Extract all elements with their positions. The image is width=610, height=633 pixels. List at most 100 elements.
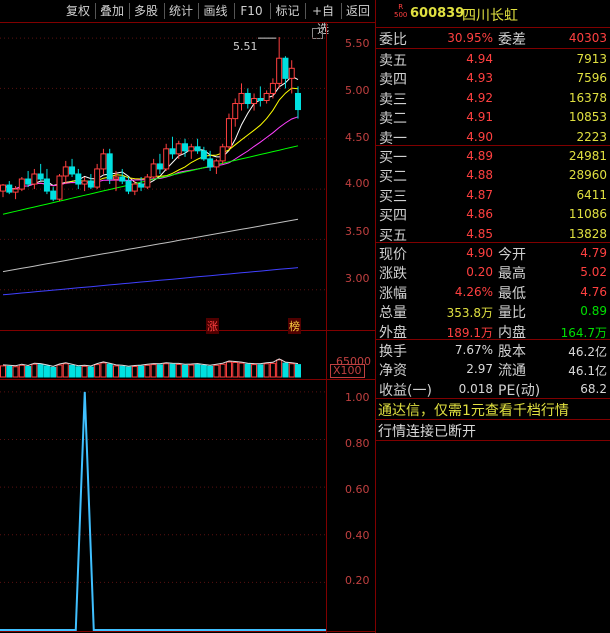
chart-axis-divider [326,23,327,633]
fundamental-row: 换手 7.67% 股本 46.2亿 [376,340,610,360]
indicator-axis-label: 0.60 [345,483,370,496]
bid-row[interactable]: 买二 4.88 28960 [376,165,610,185]
volume-bar [37,364,44,378]
kline-chart [0,37,326,631]
volume-bar [12,366,19,378]
ask-row[interactable]: 卖三 4.92 16378 [376,88,610,108]
candle-body [269,82,276,94]
ask-price: 4.91 [466,110,493,125]
toolbar-mark-button[interactable]: 标记 [271,2,304,20]
bid-row[interactable]: 买三 4.87 6411 [376,185,610,205]
fundamental-value: 7.67% [454,343,493,357]
bid-price: 4.86 [466,207,493,222]
volume-bar [94,364,101,378]
promo-link[interactable]: 通达信，仅需1元查看千档行情 [378,400,569,420]
bid-row[interactable]: 买一 4.89 24981 [376,146,610,166]
stat-label: 涨幅 [379,285,407,302]
candle-body [232,103,239,120]
candle-body [295,92,301,111]
chart-toolbar: 复权 叠加 多股 统计 画线 F10 标记 +自选 返回 [0,0,376,36]
order-ratio-row: 委比 30.95% 委差 40303 [376,28,610,48]
price-axis-label: 3.00 [345,272,370,285]
candle-body [81,180,88,185]
toolbar-statistics-button[interactable]: 统计 [165,2,197,20]
candle-body [144,176,151,188]
candle-body [125,180,132,192]
volume-unit-label: X100 [330,364,365,378]
toolbar-f10-button[interactable]: F10 [235,2,268,20]
volume-bar [200,364,207,378]
connection-status: 行情连接已断开 [378,424,476,440]
candle-body [219,146,226,162]
candle-body [225,118,232,148]
bid-label: 买二 [379,169,407,186]
stat-value: 4.76 [580,284,607,299]
candle-body [50,190,57,200]
volume-bar [269,362,276,378]
toolbar-fuquan-button[interactable]: 复权 [62,2,94,20]
volume-bar [163,363,170,378]
ask-row[interactable]: 卖一 4.90 2223 [376,127,610,147]
bid-row[interactable]: 买四 4.86 11086 [376,204,610,224]
candle-body [87,180,94,188]
bid-price: 4.87 [466,187,493,202]
order-ratio-label: 委比 [379,32,407,48]
ask-row[interactable]: 卖五 4.94 7913 [376,49,610,69]
bid-volume: 6411 [576,187,607,202]
volume-bar [175,363,182,378]
volume-bar [56,364,63,378]
candle-body [31,173,38,185]
volume-bar [87,366,94,378]
fundamental-row: 收益(一) 0.018 PE(动) 68.2 [376,379,610,399]
candle-body [12,188,19,193]
stock-name: 四川长虹 [462,8,518,24]
ask-row[interactable]: 卖二 4.91 10853 [376,107,610,127]
stat-value: 0.20 [466,265,493,280]
candle-body [175,143,182,155]
indicator-axis-label: 0.20 [345,574,370,587]
bid-price: 4.85 [466,226,493,241]
stat-value: 4.26% [454,284,493,299]
bid-volume: 24981 [568,149,607,163]
candle-body [182,143,189,152]
ask-label: 卖二 [379,111,407,128]
ask-price: 4.93 [466,71,493,86]
stat-label: 涨跌 [379,266,407,283]
stat-row: 外盘 189.1万 内盘 164.7万 [376,321,610,341]
ask-row[interactable]: 卖四 4.93 7596 [376,68,610,88]
volume-bar [100,362,107,378]
stat-label: 量比 [498,305,526,322]
fundamental-label: 净资 [379,363,407,380]
stat-row: 涨幅 4.26% 最低 4.76 [376,282,610,302]
candle-body [276,57,283,84]
candle-body [75,173,82,185]
volume-bar [81,365,88,378]
toolbar-overlay-button[interactable]: 叠加 [96,2,128,20]
order-diff-value: 40303 [568,31,607,45]
ma250-line [2,267,299,296]
volume-bar [150,364,157,378]
volume-bar [251,364,258,378]
toolbar-back-button[interactable]: 返回 [342,2,374,20]
toolbar-multistock-button[interactable]: 多股 [130,2,162,20]
candle-body [94,168,101,188]
volume-bar [50,366,57,378]
bid-volume: 13828 [568,226,607,241]
volume-bar [182,364,189,378]
fundamental-label: PE(动) [498,382,541,399]
volume-bar [6,365,13,378]
volume-bar [225,361,232,378]
divider [376,440,610,441]
candle-body [112,176,119,180]
volume-bar [263,363,270,378]
stat-label: 最高 [498,266,526,283]
ask-volume: 7913 [576,52,607,66]
toolbar-add-favorite-button[interactable]: +自选 [306,2,340,36]
bid-row[interactable]: 买五 4.85 13828 [376,224,610,244]
stat-value: 353.8万 [446,306,493,321]
ask-price: 4.94 [466,52,493,66]
candle-body [131,183,138,192]
toolbar-draw-button[interactable]: 画线 [199,2,232,20]
volume-bar [25,366,32,378]
stat-value: 0.89 [580,304,607,319]
